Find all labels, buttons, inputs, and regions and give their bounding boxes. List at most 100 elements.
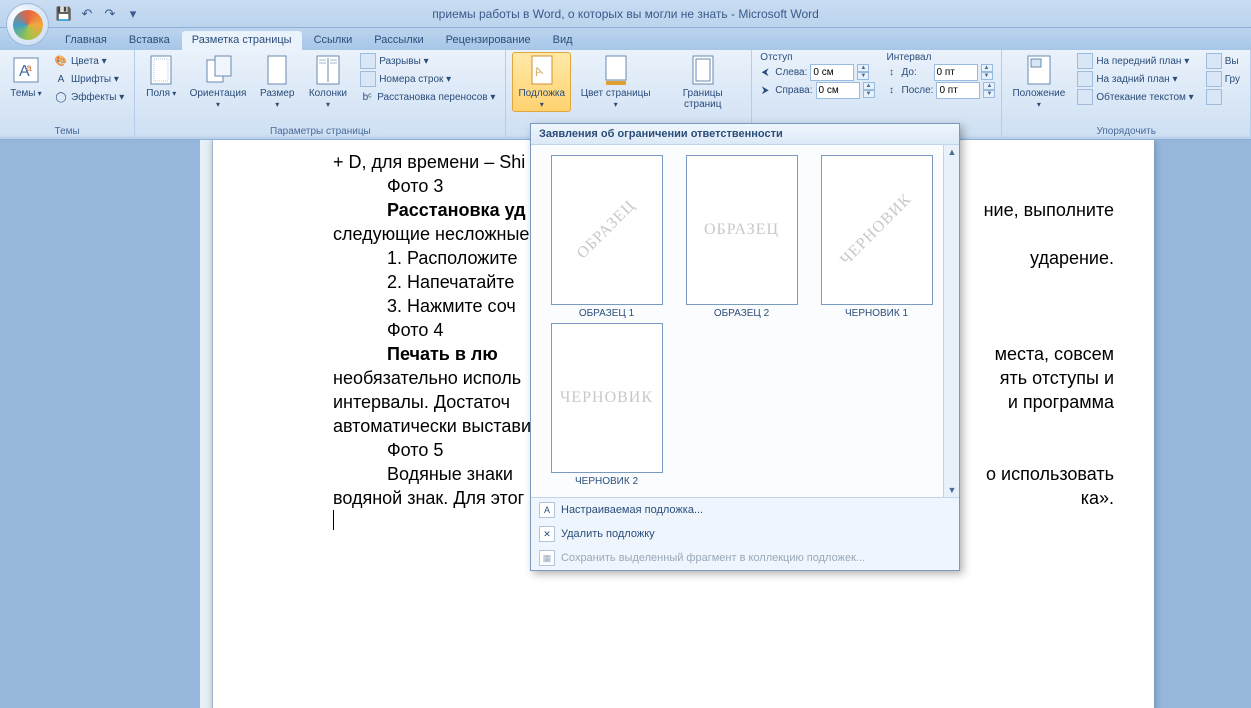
group-button[interactable]: Гру [1202, 70, 1244, 88]
tab-review[interactable]: Рецензирование [436, 31, 541, 50]
menu-item-icon: ▦ [539, 550, 555, 566]
spin-up[interactable]: ▲ [857, 64, 869, 72]
bring-front-button[interactable]: На передний план ▾ [1073, 52, 1197, 70]
watermark-gallery: ОБРАЗЕЦОБРАЗЕЦ 1ОБРАЗЕЦОБРАЗЕЦ 2ЧЕРНОВИК… [531, 145, 959, 497]
redo-icon[interactable]: ↷ [100, 4, 120, 24]
group-arrange: Положение На передний план ▾ На задний п… [1002, 50, 1251, 139]
menu-item-label: Настраиваемая подложка... [561, 504, 703, 516]
size-button[interactable]: Размер [255, 52, 300, 112]
page-borders-button[interactable]: Границы страниц [660, 52, 745, 112]
menu-item-icon: ✕ [539, 526, 555, 542]
tab-page-layout[interactable]: Разметка страницы [182, 31, 302, 50]
qat-customize-icon[interactable]: ▾ [123, 4, 143, 24]
breaks-button[interactable]: Разрывы ▾ [356, 52, 499, 70]
theme-fonts-button[interactable]: AШрифты ▾ [50, 70, 128, 88]
orientation-icon [202, 54, 234, 86]
tab-insert[interactable]: Вставка [119, 31, 180, 50]
menu-item-label: Удалить подложку [561, 528, 655, 540]
line-numbers-button[interactable]: Номера строк ▾ [356, 70, 499, 88]
group-page-setup: Поля Ориентация Размер Колонки Разрывы ▾… [135, 50, 506, 139]
spin-up[interactable]: ▲ [981, 64, 993, 72]
watermark-gallery-panel: Заявления об ограничении ответственности… [530, 123, 960, 571]
watermark-menu-item-0[interactable]: AНастраиваемая подложка... [531, 498, 959, 522]
spacing-after-icon: ↕ [885, 83, 899, 97]
orientation-button[interactable]: Ориентация [185, 52, 250, 112]
group-icon [1206, 71, 1222, 87]
spacing-before-row: ↕До:▲▼ [885, 63, 996, 81]
watermark-option-3[interactable]: ЧЕРНОВИК ЧЕРНОВИК 2 [539, 321, 674, 489]
align-button[interactable]: Вы [1202, 52, 1244, 70]
tab-home[interactable]: Главная [55, 31, 117, 50]
tab-view[interactable]: Вид [543, 31, 583, 50]
ribbon-tabs: Главная Вставка Разметка страницы Ссылки… [0, 28, 1251, 50]
watermark-label: ОБРАЗЕЦ 1 [579, 308, 634, 319]
office-button[interactable] [6, 3, 49, 46]
align-icon [1206, 53, 1222, 69]
spacing-after-row: ↕После:▲▼ [885, 81, 996, 99]
watermark-option-1[interactable]: ОБРАЗЕЦОБРАЗЕЦ 2 [674, 153, 809, 321]
rotate-icon [1206, 89, 1222, 105]
indent-left-row: ⮜Слева:▲▼ [758, 63, 874, 81]
theme-effects-button[interactable]: ◯Эффекты ▾ [50, 88, 128, 106]
scroll-up-icon[interactable]: ▲ [948, 147, 957, 157]
margins-button[interactable]: Поля [141, 52, 181, 101]
rotate-button[interactable] [1202, 88, 1244, 106]
colors-icon: 🎨 [54, 54, 68, 68]
hyphenation-button[interactable]: bᶜРасстановка переносов ▾ [356, 88, 499, 106]
indent-left-icon: ⮜ [758, 65, 772, 79]
watermark-menu-item-1[interactable]: ✕ Удалить подложку [531, 522, 959, 546]
spin-up[interactable]: ▲ [863, 82, 875, 90]
watermark-option-2[interactable]: ЧЕРНОВИКЧЕРНОВИК 1 [809, 153, 944, 321]
text-wrap-icon [1077, 89, 1093, 105]
watermark-preview: ЧЕРНОВИК [821, 155, 933, 305]
save-icon[interactable]: 💾 [54, 4, 74, 24]
page-color-button[interactable]: Цвет страницы [575, 52, 656, 112]
indent-left-input[interactable] [810, 64, 854, 81]
tab-mailings[interactable]: Рассылки [364, 31, 433, 50]
effects-icon: ◯ [54, 90, 68, 104]
spin-down[interactable]: ▼ [863, 90, 875, 98]
svg-text:a: a [26, 63, 32, 74]
indent-right-row: ⮞Справа:▲▼ [758, 81, 874, 99]
watermark-button[interactable]: AПодложка [512, 52, 571, 112]
quick-access-toolbar: 💾 ↶ ↷ ▾ [54, 4, 143, 24]
watermark-menu-item-2: ▦Сохранить выделенный фрагмент в коллекц… [531, 546, 959, 570]
theme-colors-button[interactable]: 🎨Цвета ▾ [50, 52, 128, 70]
scroll-down-icon[interactable]: ▼ [948, 485, 957, 495]
gallery-scrollbar[interactable]: ▲▼ [943, 145, 959, 497]
themes-icon: Aa [10, 54, 42, 86]
tab-references[interactable]: Ссылки [304, 31, 363, 50]
position-button[interactable]: Положение [1008, 52, 1069, 112]
vertical-ruler [200, 140, 213, 708]
spin-down[interactable]: ▼ [983, 90, 995, 98]
columns-icon [312, 54, 344, 86]
spacing-after-input[interactable] [936, 82, 980, 99]
watermark-option-0[interactable]: ОБРАЗЕЦОБРАЗЕЦ 1 [539, 153, 674, 321]
send-back-button[interactable]: На задний план ▾ [1073, 70, 1197, 88]
line-numbers-icon [360, 71, 376, 87]
spin-up[interactable]: ▲ [983, 82, 995, 90]
page-color-icon [600, 54, 632, 86]
indent-right-icon: ⮞ [758, 83, 772, 97]
text-wrap-button[interactable]: Обтекание текстом ▾ [1073, 88, 1197, 106]
spin-down[interactable]: ▼ [981, 72, 993, 80]
margins-icon [145, 54, 177, 86]
watermark-preview: ЧЕРНОВИК [551, 323, 663, 473]
bring-front-icon [1077, 53, 1093, 69]
spin-down[interactable]: ▼ [857, 72, 869, 80]
fonts-icon: A [54, 72, 68, 86]
watermark-label: ЧЕРНОВИК 2 [575, 476, 638, 487]
indent-right-input[interactable] [816, 82, 860, 99]
page-borders-icon [687, 54, 719, 86]
undo-icon[interactable]: ↶ [77, 4, 97, 24]
watermark-gallery-header: Заявления об ограничении ответственности [531, 124, 959, 145]
columns-button[interactable]: Колонки [304, 52, 352, 112]
send-back-icon [1077, 71, 1093, 87]
breaks-icon [360, 53, 376, 69]
themes-button[interactable]: Aa Темы [6, 52, 46, 101]
window-title: приемы работы в Word, о которых вы могли… [0, 7, 1251, 21]
spacing-before-input[interactable] [934, 64, 978, 81]
watermark-menu: AНастраиваемая подложка... ✕ Удалить подло… [531, 497, 959, 570]
spacing-label: Интервал [885, 52, 996, 63]
position-icon [1023, 54, 1055, 86]
